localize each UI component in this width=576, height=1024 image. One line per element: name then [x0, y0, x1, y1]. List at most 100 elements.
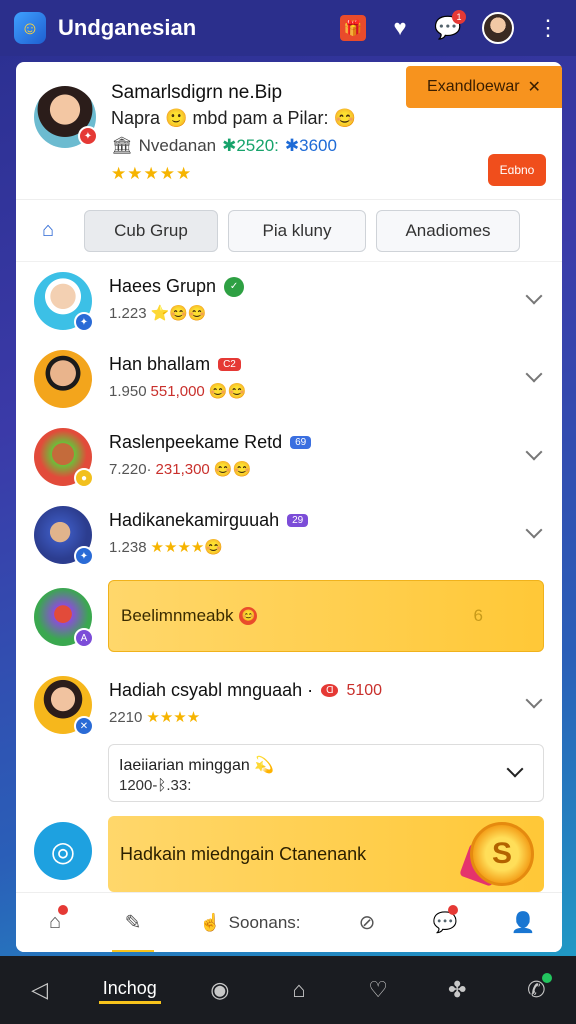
row-name-text: Hadikanekamirguuah [109, 510, 280, 530]
profile-stats: 🏛 Nvedanan ✱2520: ✱3600 [111, 136, 337, 156]
back-icon[interactable]: ◁ [20, 977, 60, 1003]
home-icon[interactable]: ⌂ [34, 217, 62, 245]
row-name: Hadikanekamirguuah 29 [109, 510, 309, 531]
profile-icon[interactable]: 👤 [484, 893, 562, 953]
row-badge: Ɑ [321, 684, 339, 697]
profile-name: Samarlsdigrn ne.Bip [111, 82, 283, 103]
row-avatar: ● [34, 428, 94, 488]
row-sub: 1.950 551,000 😊😊 [109, 382, 247, 401]
tabs-row: ⌂ Cub Grup Pia kluny Anadiomes [16, 200, 562, 262]
sub-card-value: 1200-ᛒ.33: [119, 777, 192, 794]
tab-anadiomes[interactable]: Anadiomes [376, 209, 520, 252]
row-badge: 69 [290, 436, 312, 449]
row-name-text: Raslenpeekame Retd [109, 432, 283, 452]
pencil-icon[interactable]: ✎ [94, 893, 172, 952]
list-item[interactable]: ✦ Hadikanekamirguuah 29 1.238 ★★★★😊 [16, 496, 562, 574]
tab-pia-kluny[interactable]: Pia kluny [228, 209, 366, 252]
stats-blue: ✱3600 [284, 136, 337, 155]
highlight-card[interactable]: Beelimnmeabk 😊 6 [108, 580, 544, 652]
profile-rating-stars: ★★★★★ [111, 164, 193, 183]
row-sub-value: 7.220· [109, 460, 152, 478]
app-title: Undganesian [58, 15, 197, 40]
notification-dot [448, 904, 458, 915]
active-app-label[interactable]: Inchog [98, 976, 161, 1004]
row-name: Han bhallam C2 [109, 354, 241, 375]
profile-mini-badge-icon: ✦ [78, 126, 98, 146]
promo-banner[interactable]: Hadkain miedngain Ctanenank S [108, 816, 544, 892]
row-badge: 29 [287, 514, 309, 527]
search-nav[interactable]: ☝ Soonans: [172, 893, 328, 953]
ring-icon[interactable]: ◎ [34, 822, 92, 880]
orange-pill-button[interactable]: Eɑbno [488, 154, 546, 186]
home-icon[interactable]: ⌂ [279, 977, 319, 1003]
stats-icon: 🏛 [111, 136, 133, 155]
chevron-down-icon[interactable] [525, 443, 543, 461]
home-icon[interactable]: ⌂ [16, 893, 94, 953]
row-badge-icon: A [74, 628, 94, 648]
notification-dot [58, 904, 68, 915]
profile-subtitle: Napra 🙂 mbd pam a Pilar: 😊 [111, 108, 356, 128]
avatar[interactable] [482, 12, 514, 44]
list-item[interactable]: ✕ Hadiah csyabl mnguaah · Ɑ 5100 2210 ★★… [16, 666, 562, 744]
chevron-down-icon[interactable] [506, 760, 524, 778]
stats-label: Nvedanan [138, 136, 217, 155]
row-name: Hadiah csyabl mnguaah · Ɑ 5100 [109, 680, 382, 701]
emoji-icon: 😊 [239, 607, 258, 625]
chevron-down-icon[interactable] [525, 691, 543, 709]
chat-bubble-icon[interactable]: 💬 1 [434, 10, 466, 42]
chat-icon[interactable]: 💬 [406, 893, 484, 953]
close-icon[interactable]: ✕ [528, 77, 541, 97]
highlight-label: Beelimnmeabk [121, 606, 234, 625]
coin-icons: 😊😊 [208, 383, 247, 400]
list-item[interactable]: ✦ Haees Grupn ✓ 1.223 ⭐😊😊 [16, 262, 562, 340]
app-logo-icon[interactable]: ☺ [14, 12, 46, 44]
verified-icon: ✓ [224, 276, 245, 297]
list-item[interactable]: ● Raslenpeekame Retd 69 7.220· 231,300 😊… [16, 418, 562, 496]
heart-icon[interactable]: ♥ [386, 14, 414, 42]
compass-icon[interactable]: ⊘ [328, 893, 406, 953]
search-icon: ☝ [199, 912, 221, 932]
row-badge-icon: ● [74, 468, 94, 488]
tab-cub-grup[interactable]: Cub Grup [84, 209, 218, 252]
row-red-text: 5100 [346, 681, 383, 699]
sub-dropdown-card[interactable]: Iaeiiarian minggan 💫 1200-ᛒ.33: [108, 744, 544, 802]
highlight-avatar: A [34, 588, 94, 648]
bottom-nav: ⌂ ✎ ☝ Soonans: ⊘ 💬 👤 [16, 892, 562, 952]
topbar-icons: 🎁 ♥ 💬 1 ⋮ [340, 10, 562, 44]
whatsapp-icon[interactable]: ✆ [516, 973, 556, 1003]
puzzle-icon[interactable]: ✤ [437, 977, 477, 1003]
app-top-bar: ☺ Undganesian 🎁 ♥ 💬 1 ⋮ [0, 0, 576, 56]
row-name-text: Hadiah csyabl mnguaah · [109, 680, 314, 700]
row-name-text: Han bhallam [109, 354, 211, 374]
row-sub: 7.220· 231,300 😊😊 [109, 460, 252, 479]
expand-button[interactable]: Exandloewar ✕ [406, 66, 562, 108]
row-badge-icon: ✦ [74, 312, 94, 332]
row-sub-red: 551,000 [150, 382, 205, 400]
coin-icons: 😊😊 [213, 461, 252, 478]
coin-icon: S [470, 822, 534, 886]
row-sub-value: 1.950 [109, 382, 147, 400]
system-nav-bar: ◁ Inchog ◉ ⌂ ♡ ✤ ✆ [0, 956, 576, 1024]
row-name: Raslenpeekame Retd 69 [109, 432, 312, 453]
online-dot [542, 973, 553, 983]
more-vertical-icon[interactable]: ⋮ [534, 14, 562, 42]
record-icon[interactable]: ◉ [200, 977, 240, 1003]
row-sub: 1.238 ★★★★😊 [109, 538, 224, 557]
main-card: ✦ Samarlsdigrn ne.Bip Napra 🙂 mbd pam a … [16, 62, 562, 952]
row-avatar: ✕ [34, 676, 94, 736]
rating-stars: ★★★★😊 [150, 539, 224, 556]
gift-box-icon[interactable]: 🎁 [340, 15, 366, 41]
row-sub: 2210 ★★★★ [109, 708, 200, 727]
chevron-down-icon[interactable] [525, 521, 543, 539]
sub-card-title: Iaeiiarian minggan 💫 [119, 757, 275, 774]
profile-header: ✦ Samarlsdigrn ne.Bip Napra 🙂 mbd pam a … [16, 62, 562, 200]
row-badge: C2 [218, 358, 241, 371]
row-name-text: Haees Grupn [109, 276, 217, 296]
row-sub-value: 1.238 [109, 538, 147, 556]
list-item[interactable]: Han bhallam C2 1.950 551,000 😊😊 [16, 340, 562, 418]
row-sub-value: 2210 [109, 708, 143, 726]
shield-icon[interactable]: ♡ [358, 977, 398, 1003]
profile-avatar[interactable]: ✦ [34, 86, 98, 148]
chevron-down-icon[interactable] [525, 365, 543, 383]
chevron-down-icon[interactable] [525, 287, 543, 305]
